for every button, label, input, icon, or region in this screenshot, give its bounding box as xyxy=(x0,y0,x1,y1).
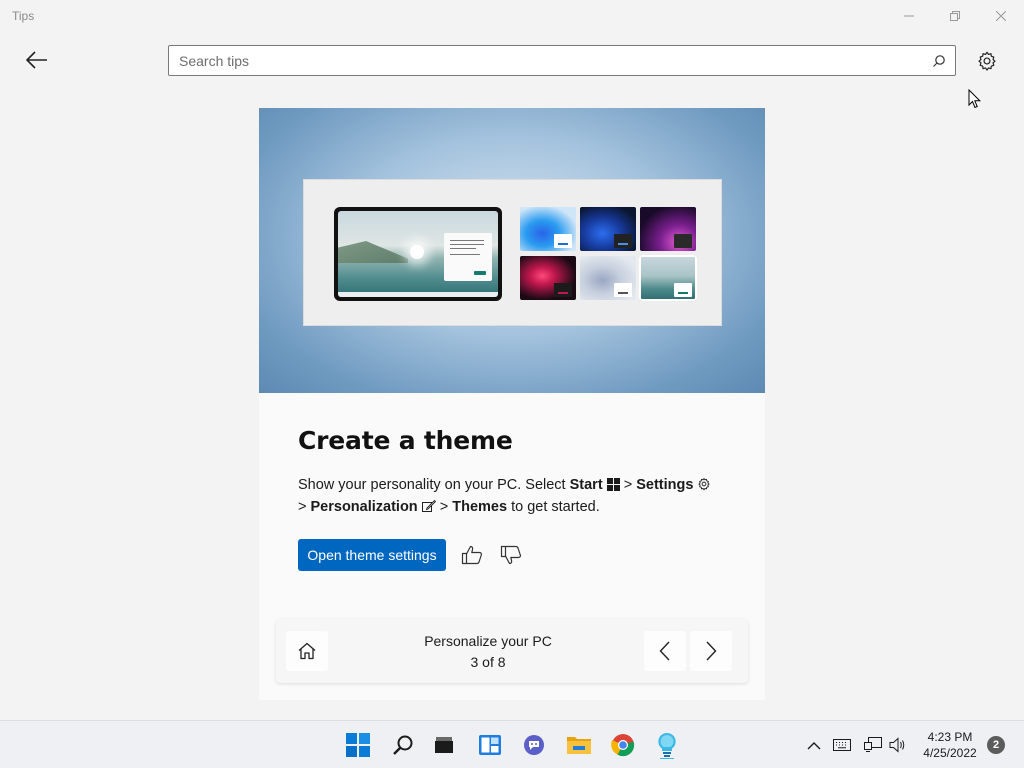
minimize-button[interactable] xyxy=(886,0,932,32)
theme-thumbnail xyxy=(640,207,696,251)
chevron-right-icon xyxy=(706,641,717,661)
teams-chat-button[interactable] xyxy=(516,727,552,763)
tip-description: Show your personality on your PC. Select… xyxy=(298,474,738,518)
back-button[interactable] xyxy=(20,44,54,76)
close-button[interactable] xyxy=(978,0,1024,32)
search-icon[interactable] xyxy=(932,54,946,68)
themes-label: Themes xyxy=(452,499,508,515)
keyboard-button[interactable] xyxy=(831,733,853,757)
window-title: Tips xyxy=(12,9,35,23)
next-tip-button[interactable] xyxy=(690,631,732,671)
search-icon xyxy=(393,735,413,755)
tip-title: Create a theme xyxy=(298,426,513,455)
separator: > xyxy=(619,477,637,493)
theme-thumbnail xyxy=(520,256,576,300)
notification-badge[interactable]: 2 xyxy=(987,736,1005,754)
tip-content: Create a theme Show your personality on … xyxy=(298,426,738,571)
theme-preview-panel xyxy=(303,179,722,326)
task-view-icon xyxy=(435,737,453,753)
minimize-icon xyxy=(904,15,914,17)
personalization-label: Personalization xyxy=(310,499,418,515)
folder-icon xyxy=(567,737,591,754)
gear-icon xyxy=(698,477,710,491)
start-button[interactable] xyxy=(340,727,376,763)
taskbar: 4:23 PM 4/25/2022 2 xyxy=(0,720,1024,768)
widgets-icon xyxy=(479,735,501,755)
theme-thumbnail xyxy=(580,256,636,300)
windows-logo-icon xyxy=(606,478,620,491)
tips-app-button[interactable] xyxy=(649,727,685,763)
tip-desc-text: to get started. xyxy=(507,499,600,515)
clock-date: 4/25/2022 xyxy=(923,746,977,760)
chrome-icon xyxy=(611,734,635,757)
chrome-button[interactable] xyxy=(605,727,641,763)
windows-logo-icon xyxy=(346,733,370,757)
volume-icon xyxy=(889,737,905,753)
home-icon xyxy=(298,642,316,660)
clock-time: 4:23 PM xyxy=(927,730,973,744)
close-icon xyxy=(996,11,1006,21)
show-hidden-icons-button[interactable] xyxy=(803,733,825,757)
taskbar-search-button[interactable] xyxy=(385,727,421,763)
settings-button[interactable] xyxy=(972,46,1002,76)
like-button[interactable] xyxy=(458,541,486,569)
dislike-button[interactable] xyxy=(497,541,525,569)
tip-hero-image xyxy=(259,108,765,393)
chevron-up-icon xyxy=(807,741,821,749)
separator: > xyxy=(298,499,311,515)
search-box[interactable] xyxy=(168,45,956,76)
restore-button[interactable] xyxy=(932,0,978,32)
theme-thumbnail xyxy=(580,207,636,251)
gear-icon xyxy=(978,51,996,71)
tip-card: Create a theme Show your personality on … xyxy=(259,108,765,700)
network-button[interactable] xyxy=(862,733,884,757)
file-explorer-button[interactable] xyxy=(561,727,597,763)
keyboard-icon xyxy=(833,739,851,751)
collection-info: Personalize your PC 3 of 8 xyxy=(396,633,580,670)
tip-counter: 3 of 8 xyxy=(470,654,506,670)
theme-thumbnail xyxy=(639,255,697,301)
title-bar: Tips xyxy=(0,0,1024,32)
tip-navigation-bar: Personalize your PC 3 of 8 xyxy=(276,619,748,683)
volume-button[interactable] xyxy=(887,733,909,757)
back-arrow-icon xyxy=(26,51,47,69)
search-input[interactable] xyxy=(169,46,955,75)
restore-icon xyxy=(950,11,960,21)
open-theme-settings-button[interactable]: Open theme settings xyxy=(298,539,446,571)
thumbs-up-icon xyxy=(461,545,483,565)
task-view-button[interactable] xyxy=(426,727,462,763)
settings-label: Settings xyxy=(636,477,694,493)
personalization-pen-icon xyxy=(421,499,436,512)
tablet-illustration xyxy=(334,207,502,301)
theme-thumbnail xyxy=(520,207,576,251)
separator: > xyxy=(435,499,453,515)
mouse-cursor-icon xyxy=(968,89,982,109)
thumbs-down-icon xyxy=(500,545,522,565)
chat-icon xyxy=(524,735,544,755)
home-button[interactable] xyxy=(286,631,328,671)
tip-actions: Open theme settings xyxy=(298,539,738,571)
clock[interactable]: 4:23 PM 4/25/2022 xyxy=(915,729,985,761)
collection-title: Personalize your PC xyxy=(424,633,552,649)
lightbulb-icon xyxy=(658,732,676,759)
tip-desc-text: Show your personality on your PC. Select xyxy=(298,477,570,493)
previous-tip-button[interactable] xyxy=(644,631,686,671)
theme-thumbnails xyxy=(520,207,700,301)
start-label: Start xyxy=(569,477,603,493)
widgets-button[interactable] xyxy=(472,727,508,763)
network-icon xyxy=(864,737,882,752)
chevron-left-icon xyxy=(659,641,670,661)
